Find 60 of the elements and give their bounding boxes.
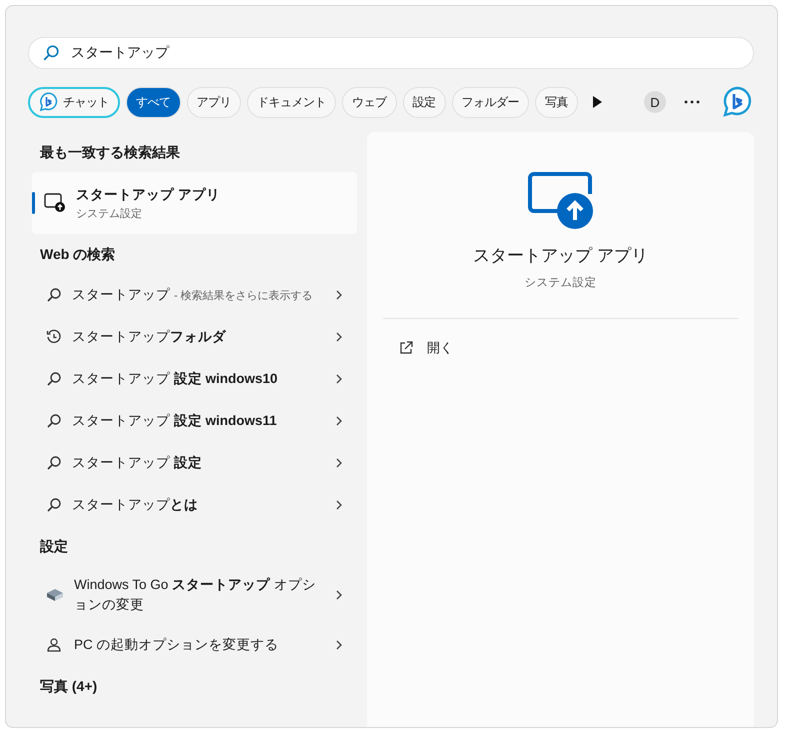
result-text: スタートアップとは — [72, 496, 199, 514]
result-text: スタートアップ - 検索結果をさらに表示する — [72, 286, 314, 304]
filter-tab[interactable]: ドキュメント — [247, 86, 336, 118]
result-text: スタートアップ 設定 — [72, 454, 203, 472]
settings-result-item[interactable]: Windows To Go スタートアップ オプションの変更 — [32, 566, 357, 624]
result-text: Windows To Go スタートアップ オプションの変更 — [74, 576, 317, 614]
bing-button[interactable] — [722, 86, 754, 118]
search-field[interactable]: スタートアップ — [28, 37, 754, 69]
filter-tab[interactable]: ウェブ — [342, 86, 396, 118]
more-tabs-button[interactable] — [592, 96, 602, 108]
best-match-item[interactable]: スタートアップ アプリ システム設定 — [32, 172, 357, 234]
result-text: スタートアップフォルダ — [72, 328, 227, 346]
preview-subtitle: システム設定 — [524, 276, 596, 290]
chevron-right-icon — [335, 331, 343, 343]
web-result-item[interactable]: スタートアップとは — [32, 484, 357, 526]
open-action[interactable]: 開く — [395, 335, 457, 361]
web-result-item[interactable]: スタートアップ 設定 windows10 — [32, 358, 357, 400]
search-icon — [46, 497, 62, 513]
drive-icon — [46, 587, 64, 603]
result-text: スタートアップ 設定 windows11 — [72, 412, 278, 430]
settings-result-item[interactable]: PC の起動オプションを変更する — [32, 624, 357, 666]
chevron-right-icon — [335, 373, 343, 385]
filter-tab[interactable]: アプリ — [186, 86, 241, 118]
filter-tab[interactable]: フォルダー — [452, 86, 529, 118]
chat-tab[interactable]: チャット — [28, 86, 120, 118]
search-icon — [46, 413, 62, 429]
web-result-item[interactable]: スタートアップフォルダ — [32, 316, 357, 358]
startup-app-icon — [44, 193, 66, 213]
filter-tab[interactable]: 設定 — [402, 86, 446, 118]
history-icon — [46, 329, 62, 345]
result-title: スタートアップ アプリ — [76, 186, 220, 204]
selection-indicator — [32, 192, 35, 214]
more-icon[interactable] — [684, 100, 700, 104]
section-heading: Web の検索 — [39, 245, 116, 264]
account-avatar[interactable]: D — [644, 91, 666, 113]
chevron-right-icon — [335, 415, 343, 427]
search-icon — [46, 287, 62, 303]
chevron-right-icon — [335, 639, 343, 651]
chevron-right-icon — [335, 499, 343, 511]
startup-app-icon — [528, 172, 594, 230]
filter-tab[interactable]: すべて — [126, 86, 180, 118]
section-heading: 設定 — [38, 537, 69, 556]
preview-title: スタートアップ アプリ — [473, 245, 648, 267]
section-heading: 最も一致する検索結果 — [39, 143, 181, 162]
chevron-right-icon — [335, 289, 343, 301]
web-result-item[interactable]: スタートアップ 設定 — [32, 442, 357, 484]
chevron-right-icon — [335, 457, 343, 469]
search-icon — [46, 371, 62, 387]
result-text: PC の起動オプションを変更する — [74, 636, 280, 654]
web-result-item[interactable]: スタートアップ - 検索結果をさらに表示する — [32, 274, 357, 316]
open-external-icon — [399, 341, 413, 355]
result-text: スタートアップ 設定 windows10 — [72, 370, 279, 388]
search-icon — [42, 44, 60, 62]
web-result-item[interactable]: スタートアップ 設定 windows11 — [32, 400, 357, 442]
bing-chat-icon — [39, 92, 59, 112]
filter-tab[interactable]: 写真 — [535, 86, 578, 118]
search-icon — [46, 455, 62, 471]
chevron-right-icon — [335, 589, 343, 601]
result-subtitle: システム設定 — [76, 206, 143, 220]
section-heading: 写真 (4+) — [39, 677, 98, 696]
